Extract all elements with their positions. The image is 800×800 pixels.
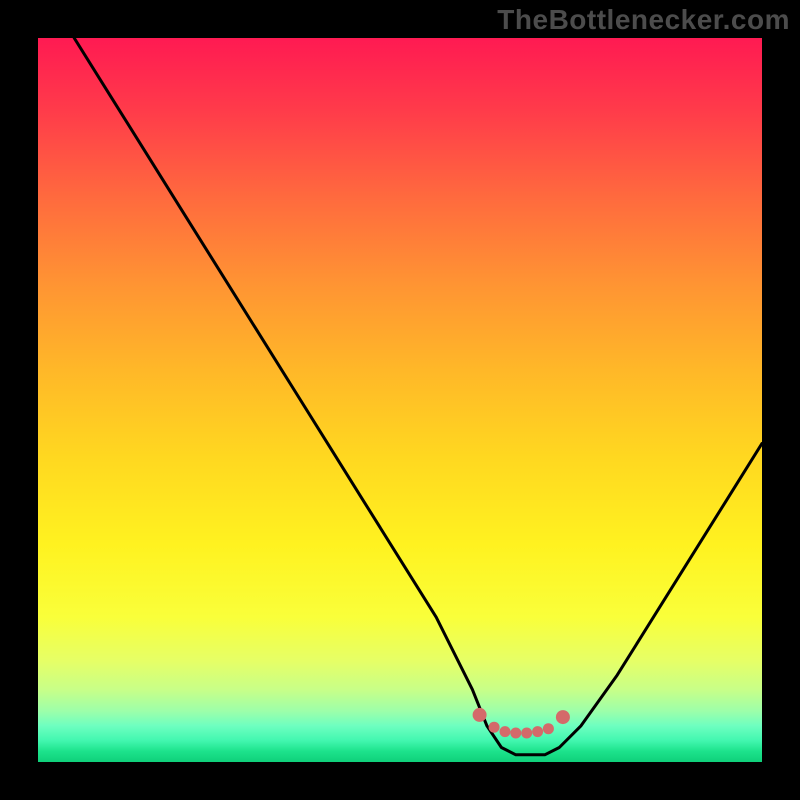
watermark-text: TheBottlenecker.com — [497, 4, 790, 36]
highlight-dot — [500, 726, 511, 737]
plot-area — [38, 38, 762, 762]
highlight-dot — [543, 723, 554, 734]
bottleneck-curve — [74, 38, 762, 755]
highlight-dot — [489, 722, 500, 733]
highlight-dot — [532, 726, 543, 737]
curve-layer — [38, 38, 762, 762]
highlight-dot — [521, 728, 532, 739]
chart-frame: TheBottlenecker.com — [0, 0, 800, 800]
highlight-dot — [556, 710, 570, 724]
highlight-dot — [510, 728, 521, 739]
highlight-dot — [473, 708, 487, 722]
